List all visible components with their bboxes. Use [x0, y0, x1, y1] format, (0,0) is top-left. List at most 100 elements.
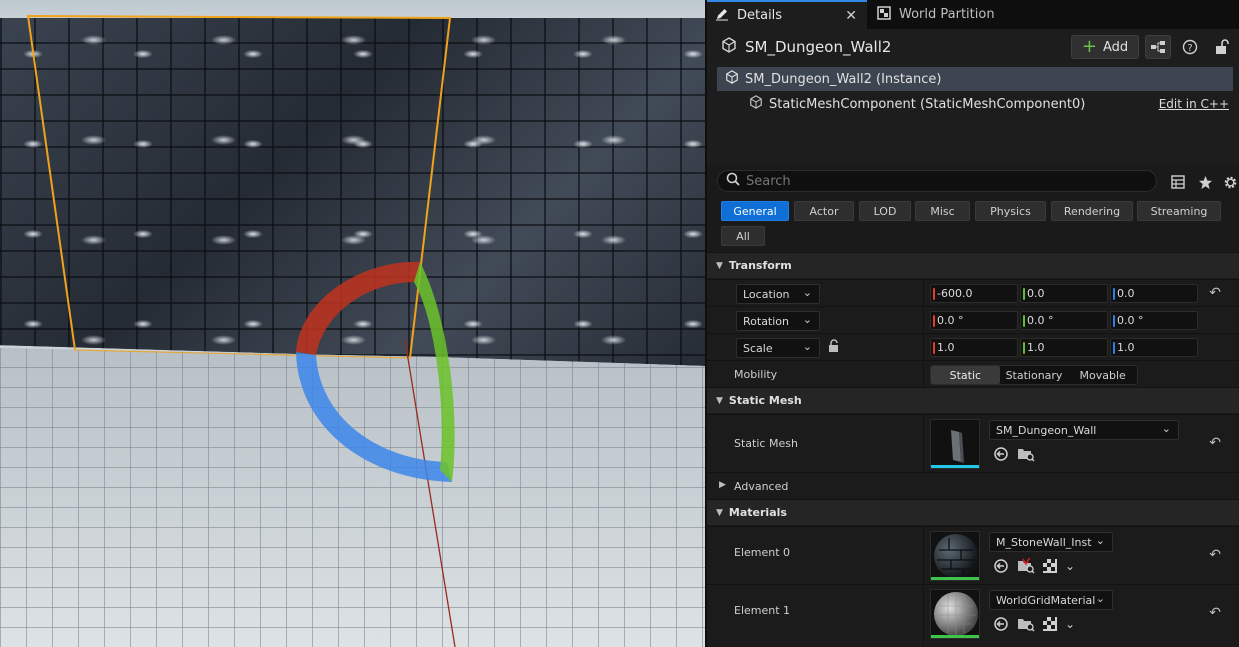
search-input[interactable] [746, 173, 1126, 189]
material-texture-icon[interactable] [1043, 617, 1057, 631]
use-selected-icon[interactable] [993, 616, 1009, 632]
edit-in-cpp-link[interactable]: Edit in C++ [1159, 97, 1229, 111]
rotation-row: Rotation ⌄ 0.0 ° 0.0 ° 0.0 ° [707, 306, 1239, 333]
plus-icon: + [1081, 36, 1097, 57]
location-y-value: 0.0 [1027, 287, 1045, 300]
material-1-value: WorldGridMaterial [996, 593, 1096, 607]
viewport-overlay [26, 14, 456, 647]
advanced-label: Advanced [734, 480, 789, 493]
section-materials[interactable]: ▼ Materials [707, 499, 1239, 525]
location-y-field[interactable]: 0.0 [1020, 284, 1108, 303]
scale-z-field[interactable]: 1.0 [1110, 338, 1198, 357]
rotation-z-field[interactable]: 0.0 ° [1110, 311, 1198, 330]
section-transform[interactable]: ▼ Transform [707, 252, 1239, 278]
rotation-gizmo[interactable] [296, 261, 455, 482]
favorites-star-icon[interactable] [1195, 172, 1215, 192]
hierarchy-icon [1151, 41, 1165, 53]
filter-rendering[interactable]: Rendering [1051, 201, 1133, 221]
mobility-movable-option[interactable]: Movable [1068, 366, 1137, 384]
rotation-ring-green[interactable] [414, 262, 455, 482]
tab-details[interactable]: Details ✕ [707, 0, 867, 29]
rotation-ring-red[interactable] [296, 261, 420, 355]
scale-dropdown[interactable]: Scale ⌄ [736, 338, 820, 358]
scale-row: Scale ⌄ 1.0 1.0 1.0 [707, 333, 1239, 360]
use-selected-icon[interactable] [993, 558, 1009, 574]
chevron-down-icon: ⌄ [1095, 534, 1105, 547]
row-divider [923, 415, 924, 472]
expand-arrow-icon: ▶ [719, 480, 726, 490]
filter-misc[interactable]: Misc [915, 201, 970, 221]
material-0-thumbnail[interactable] [930, 531, 980, 581]
chevron-down-icon[interactable]: ⌄ [1065, 559, 1075, 573]
chevron-down-icon: ⌄ [802, 340, 812, 353]
browse-asset-icon[interactable] [1017, 446, 1035, 462]
use-selected-icon[interactable] [993, 446, 1009, 462]
scale-y-field[interactable]: 1.0 [1020, 338, 1108, 357]
tree-item-instance-label: SM_Dungeon_Wall2 (Instance) [745, 71, 942, 87]
material-1-thumbnail[interactable] [930, 589, 980, 639]
table-view-icon[interactable] [1168, 172, 1188, 192]
section-static-mesh[interactable]: ▼ Static Mesh [707, 387, 1239, 413]
filter-lod[interactable]: LOD [859, 201, 911, 221]
mobility-stationary-option[interactable]: Stationary [1000, 366, 1069, 384]
row-divider [923, 307, 924, 333]
browse-asset-icon[interactable] [1017, 616, 1035, 632]
reset-icon[interactable]: ↶ [1209, 435, 1221, 451]
level-viewport[interactable] [0, 0, 705, 647]
reset-icon[interactable]: ↶ [1209, 605, 1221, 621]
tab-world-partition-label: World Partition [899, 7, 995, 22]
details-panel: Details ✕ World Partition SM_Dungeon_Wal… [705, 0, 1239, 647]
chevron-down-icon[interactable]: ⌄ [1065, 617, 1075, 631]
material-1-dropdown[interactable]: WorldGridMaterial ⌄ [989, 590, 1113, 610]
scale-x-field[interactable]: 1.0 [930, 338, 1018, 357]
rotation-y-field[interactable]: 0.0 ° [1020, 311, 1108, 330]
settings-gear-icon[interactable] [1220, 172, 1239, 192]
lock-button[interactable] [1209, 35, 1235, 59]
close-icon[interactable]: ✕ [845, 8, 857, 24]
object-title: SM_Dungeon_Wall2 [721, 37, 891, 57]
tree-item-component[interactable]: StaticMeshComponent (StaticMeshComponent… [717, 92, 1233, 116]
category-filters: General Actor LOD Misc Physics Rendering… [719, 200, 1239, 248]
search-box[interactable] [717, 170, 1157, 192]
filter-streaming[interactable]: Streaming [1137, 201, 1221, 221]
filter-physics[interactable]: Physics [975, 201, 1046, 221]
location-dropdown[interactable]: Location ⌄ [736, 284, 820, 304]
add-component-button[interactable]: + Add [1071, 35, 1139, 59]
chevron-down-icon: ⌄ [802, 286, 812, 299]
location-x-field[interactable]: -600.0 [930, 284, 1018, 303]
mobility-static-option[interactable]: Static [931, 366, 1000, 384]
filter-actor[interactable]: Actor [794, 201, 854, 221]
y-axis-bar [1023, 288, 1025, 300]
material-element-0-row: Element 0 M_StoneWall_Inst ⌄ ⌄ ↶ [707, 526, 1239, 584]
tab-bar: Details ✕ World Partition [707, 0, 1239, 29]
reset-icon[interactable]: ↶ [1209, 547, 1221, 563]
browse-asset-icon[interactable] [1017, 558, 1035, 574]
rotation-ring-blue[interactable] [296, 352, 452, 482]
tree-item-instance[interactable]: SM_Dungeon_Wall2 (Instance) [717, 67, 1233, 91]
static-mesh-dropdown[interactable]: SM_Dungeon_Wall ⌄ [989, 420, 1179, 440]
asset-type-stripe [931, 635, 979, 638]
filter-general[interactable]: General [721, 201, 789, 221]
tab-world-partition[interactable]: World Partition [869, 0, 1019, 29]
material-0-dropdown[interactable]: M_StoneWall_Inst ⌄ [989, 532, 1113, 552]
location-z-value: 0.0 [1117, 287, 1135, 300]
collapse-arrow-icon: ▼ [716, 260, 723, 271]
filter-all[interactable]: All [721, 226, 765, 246]
static-mesh-thumbnail[interactable] [930, 419, 980, 469]
help-button[interactable]: ? [1177, 35, 1203, 59]
blueprint-button[interactable] [1145, 35, 1171, 59]
rotation-dropdown[interactable]: Rotation ⌄ [736, 311, 820, 331]
material-texture-icon[interactable] [1043, 559, 1057, 573]
pencil-icon [715, 7, 729, 25]
collapse-arrow-icon: ▼ [716, 507, 723, 518]
location-z-field[interactable]: 0.0 [1110, 284, 1198, 303]
advanced-row[interactable]: ▶ Advanced [707, 472, 1239, 500]
component-tree: SM_Dungeon_Wall2 (Instance) StaticMeshCo… [717, 67, 1233, 117]
chevron-down-icon: ⌄ [1095, 592, 1105, 605]
rotation-x-field[interactable]: 0.0 ° [930, 311, 1018, 330]
details-header: SM_Dungeon_Wall2 + Add ? SM_Dungeon_Wall… [707, 29, 1239, 165]
reset-icon[interactable]: ↶ [1209, 285, 1221, 301]
element-1-label: Element 1 [734, 604, 791, 617]
scale-lock-icon[interactable] [828, 339, 840, 357]
row-divider [923, 280, 924, 306]
